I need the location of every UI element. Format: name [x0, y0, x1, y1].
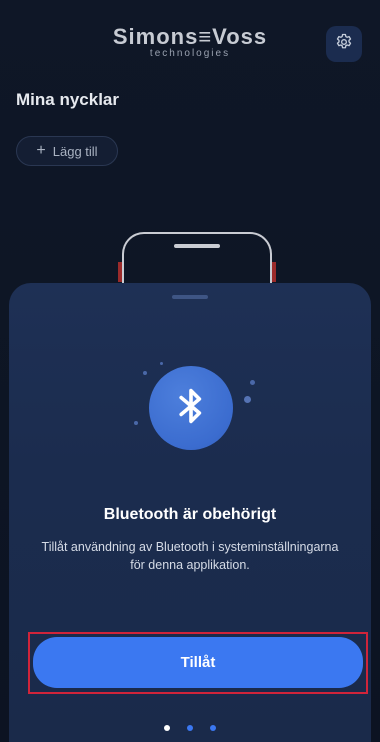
page-title: Mina nycklar — [16, 90, 119, 109]
sheet-description: Tillåt användning av Bluetooth i systemi… — [41, 540, 339, 572]
add-key-label: Lägg till — [52, 143, 98, 159]
page-dot-2[interactable] — [187, 725, 193, 731]
sheet-drag-handle[interactable] — [172, 295, 208, 299]
page-dot-3[interactable] — [210, 725, 216, 731]
decorative-dot — [250, 380, 255, 385]
decorative-dot — [134, 421, 138, 425]
bluetooth-badge — [149, 366, 233, 450]
logo: Simons≡Voss technologies — [0, 26, 380, 60]
decorative-dot — [160, 362, 163, 365]
page-indicator — [0, 725, 380, 731]
plus-icon: + — [36, 142, 46, 159]
gear-icon — [334, 32, 354, 57]
header: Simons≡Voss technologies — [0, 0, 380, 80]
app-screen: Simons≡Voss technologies Mina nycklar + … — [0, 0, 380, 742]
sheet-title: Bluetooth är obehörigt — [103, 506, 277, 523]
logo-sub-text: technologies — [149, 48, 231, 59]
allow-button-label: Tillåt — [180, 654, 216, 671]
decorative-dot — [143, 371, 147, 375]
settings-button[interactable] — [326, 26, 362, 62]
decorative-dot — [244, 396, 251, 403]
page-dot-1[interactable] — [164, 725, 170, 731]
add-key-button[interactable]: + Lägg till — [16, 136, 118, 166]
logo-main-text: Simons≡Voss — [112, 24, 268, 49]
bluetooth-icon — [174, 385, 208, 432]
allow-button[interactable]: Tillåt — [33, 637, 363, 688]
phone-notch — [174, 244, 220, 248]
phone-illustration-side — [272, 262, 276, 282]
